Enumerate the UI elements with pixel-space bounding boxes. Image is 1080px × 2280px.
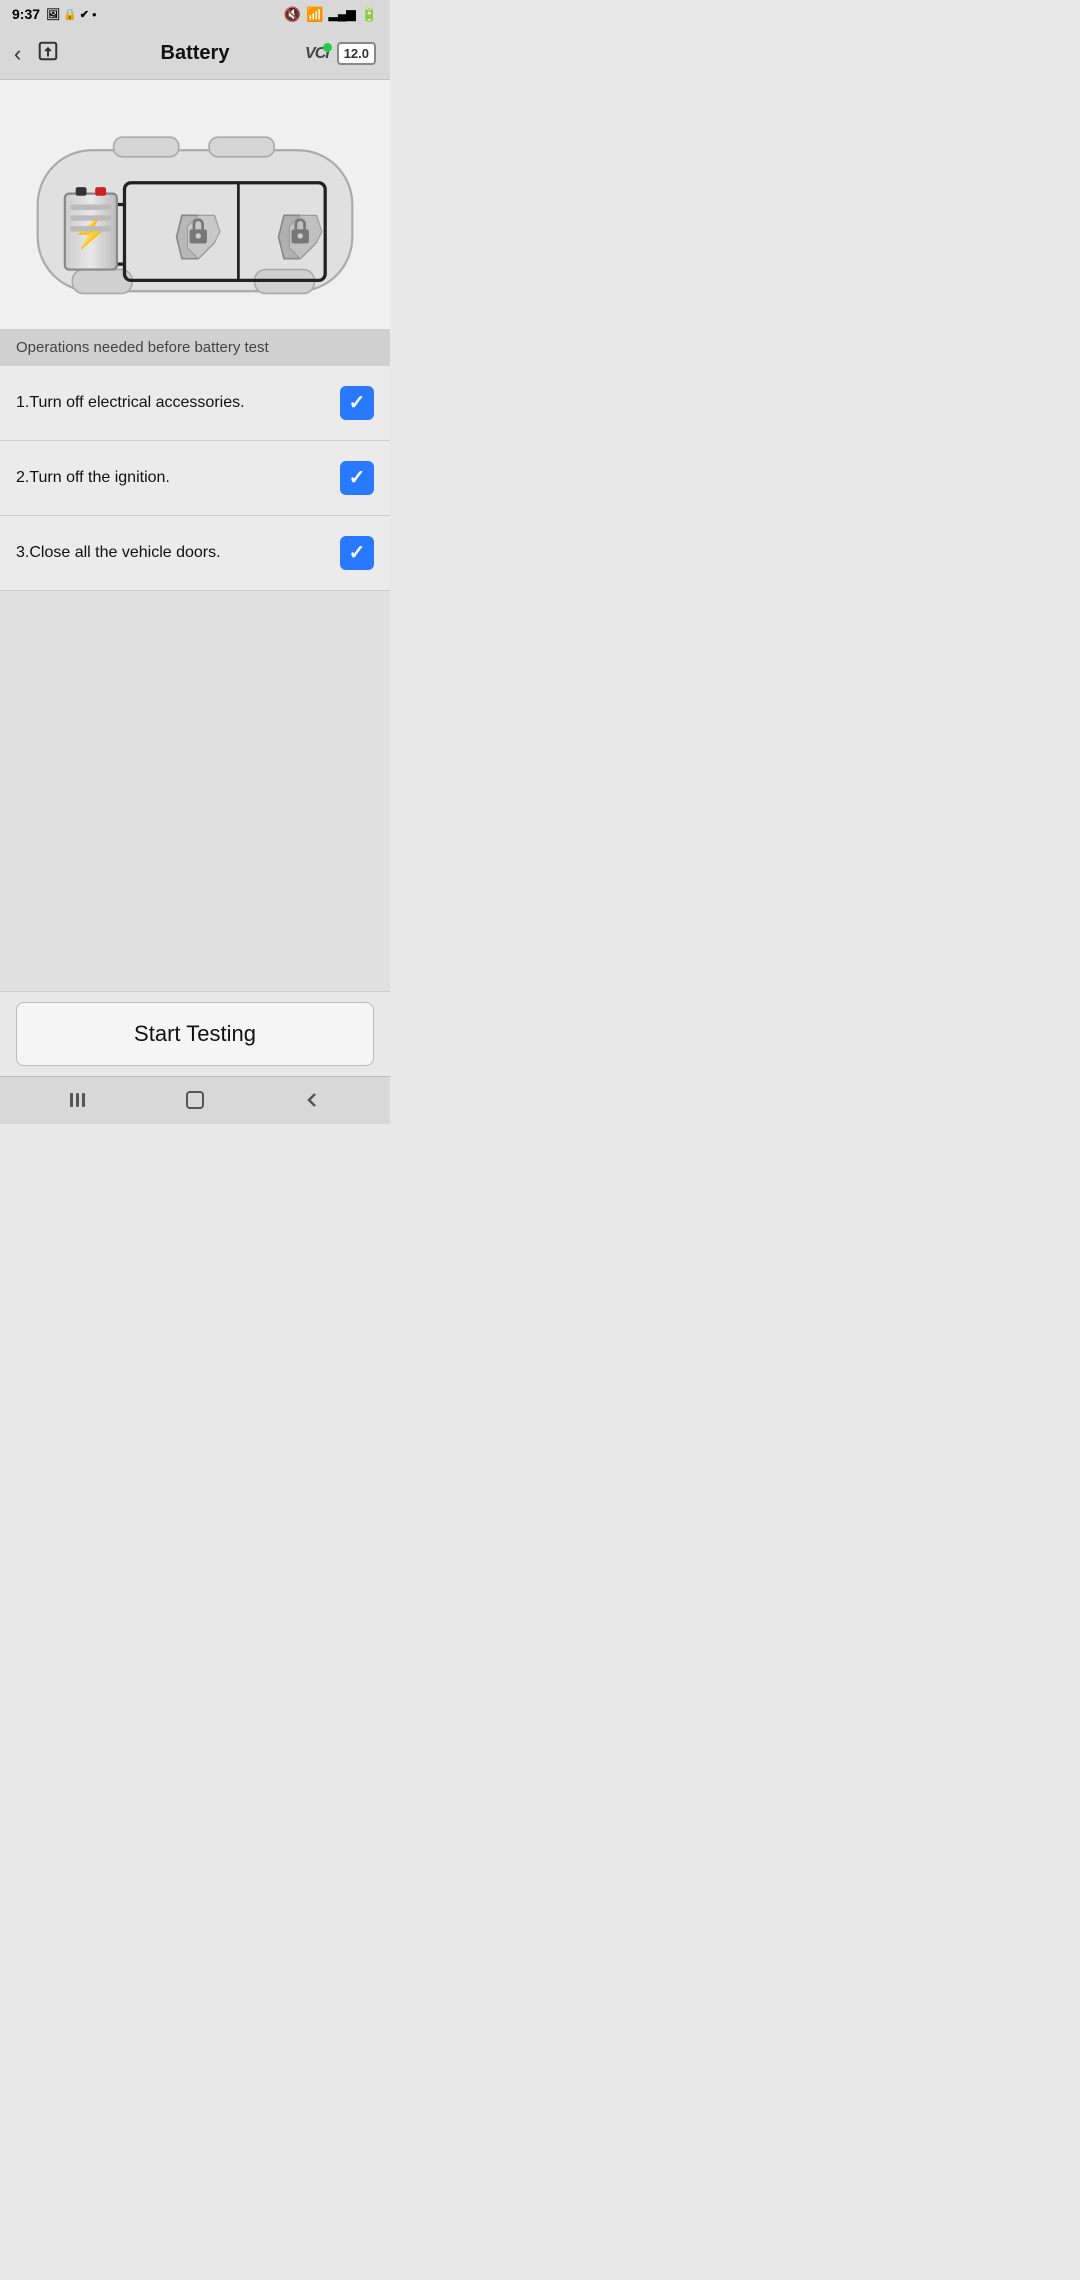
start-testing-container: Start Testing bbox=[0, 991, 390, 1076]
checklist-item-2[interactable]: 2.Turn off the ignition. ✓ bbox=[0, 441, 390, 516]
volt-badge: 12.0 bbox=[337, 42, 376, 65]
checklist-item-1-text: 1.Turn off electrical accessories. bbox=[16, 394, 340, 412]
operations-header: Operations needed before battery test bbox=[0, 329, 390, 366]
status-time: 9:37 bbox=[12, 6, 40, 22]
checklist-item-2-text: 2.Turn off the ignition. bbox=[16, 469, 340, 487]
checkmark-3: ✓ bbox=[349, 543, 366, 563]
car-diagram: ⚡ bbox=[16, 96, 374, 313]
volt-value: 12.0 bbox=[344, 46, 369, 61]
empty-space bbox=[0, 591, 390, 991]
wifi-icon: 📶 bbox=[306, 6, 323, 23]
checkmark-2: ✓ bbox=[349, 468, 366, 488]
checklist-item-3[interactable]: 3.Close all the vehicle doors. ✓ bbox=[0, 516, 390, 591]
status-right: 🔇 📶 ▂▄▆ 🔋 bbox=[284, 6, 378, 23]
lock-icon: 🔒 bbox=[63, 8, 77, 21]
checkbox-3[interactable]: ✓ bbox=[340, 536, 374, 570]
status-icons-left: 🖼 🔒 ✔ ● bbox=[46, 8, 97, 21]
start-testing-button[interactable]: Start Testing bbox=[16, 1002, 374, 1066]
vci-badge: VCI bbox=[305, 45, 329, 63]
top-bar: ‹ Battery VCI 12.0 bbox=[0, 28, 390, 80]
checkbox-2[interactable]: ✓ bbox=[340, 461, 374, 495]
checkmark-1: ✓ bbox=[349, 393, 366, 413]
vehicle-diagram-section: ⚡ bbox=[0, 80, 390, 329]
top-bar-left: ‹ bbox=[14, 40, 59, 68]
nav-menu-button[interactable] bbox=[53, 1080, 103, 1120]
back-button[interactable]: ‹ bbox=[14, 41, 21, 67]
operations-header-text: Operations needed before battery test bbox=[16, 339, 269, 356]
battery-icon: 🔋 bbox=[361, 6, 378, 23]
bottom-nav bbox=[0, 1076, 390, 1124]
image-icon: 🖼 bbox=[46, 8, 60, 21]
vci-connected-dot bbox=[323, 43, 332, 52]
share-button[interactable] bbox=[37, 40, 59, 68]
checklist: 1.Turn off electrical accessories. ✓ 2.T… bbox=[0, 366, 390, 591]
nav-back-button[interactable] bbox=[287, 1080, 337, 1120]
top-bar-center: Battery bbox=[161, 42, 230, 65]
page-title: Battery bbox=[161, 42, 230, 64]
checklist-item-1[interactable]: 1.Turn off electrical accessories. ✓ bbox=[0, 366, 390, 441]
nav-home-button[interactable] bbox=[170, 1080, 220, 1120]
status-left: 9:37 🖼 🔒 ✔ ● bbox=[12, 6, 97, 22]
checklist-item-3-text: 3.Close all the vehicle doors. bbox=[16, 544, 340, 562]
checkbox-1[interactable]: ✓ bbox=[340, 386, 374, 420]
mute-icon: 🔇 bbox=[284, 6, 301, 23]
top-bar-right: VCI 12.0 bbox=[305, 42, 376, 65]
check-circle-icon: ✔ bbox=[80, 8, 89, 21]
status-bar: 9:37 🖼 🔒 ✔ ● 🔇 📶 ▂▄▆ 🔋 bbox=[0, 0, 390, 28]
dot-icon: ● bbox=[92, 10, 97, 19]
signal-icon: ▂▄▆ bbox=[329, 7, 356, 21]
